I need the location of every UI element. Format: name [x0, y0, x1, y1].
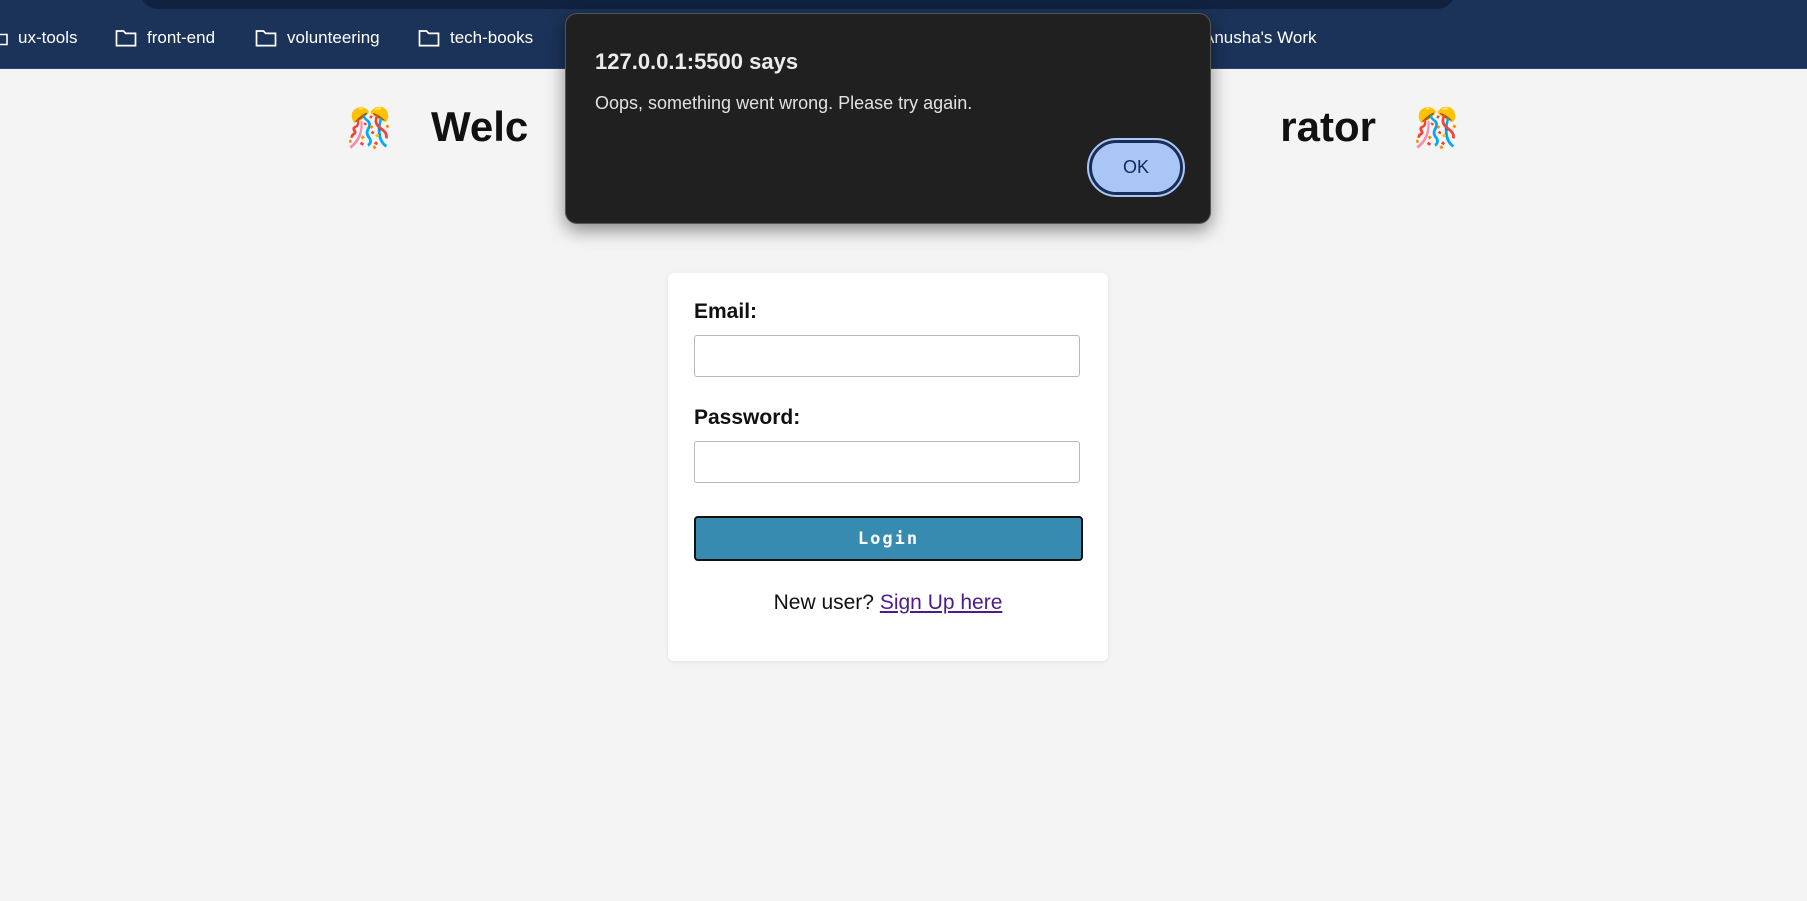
bookmark-label: tech-books — [450, 28, 534, 47]
signup-link[interactable]: Sign Up here — [880, 591, 1003, 614]
signup-prompt-row: New user? Sign Up here — [668, 591, 1108, 615]
alert-dialog: 127.0.0.1:5500 says Oops, something went… — [565, 13, 1211, 224]
bookmark-anushas-work[interactable]: Anusha's Work — [1203, 25, 1316, 51]
folder-icon — [418, 30, 440, 47]
party-popper-icon: 🎊 — [346, 108, 394, 150]
alert-origin: 127.0.0.1:5500 says — [595, 49, 799, 74]
bookmark-ux-tools[interactable]: ux-tools — [0, 25, 78, 51]
bookmark-label: volunteering — [287, 28, 380, 47]
alert-message: Oops, something went wrong. Please try a… — [595, 93, 973, 113]
folder-icon — [0, 33, 8, 46]
page-title-left: Welc — [431, 103, 529, 150]
password-label: Password: — [694, 406, 801, 429]
bookmark-label: ux-tools — [18, 28, 78, 47]
page-title-right: rator — [1280, 103, 1376, 150]
email-label: Email: — [694, 300, 758, 323]
ok-button[interactable]: OK — [1087, 138, 1185, 197]
address-bar[interactable] — [140, 0, 1455, 9]
folder-icon — [255, 30, 277, 47]
bookmark-tech-books[interactable]: tech-books — [418, 25, 533, 51]
party-popper-icon: 🎊 — [1413, 108, 1461, 150]
bookmark-front-end[interactable]: front-end — [115, 25, 215, 51]
password-field[interactable] — [694, 441, 1080, 483]
bookmark-volunteering[interactable]: volunteering — [255, 25, 380, 51]
signup-prompt: New user? — [773, 591, 874, 614]
folder-icon — [115, 30, 137, 47]
login-form: Email: Password: Login New user? Sign Up… — [668, 273, 1108, 661]
bookmark-label: front-end — [147, 28, 216, 47]
email-field[interactable] — [694, 335, 1080, 377]
bookmark-label: Anusha's Work — [1203, 28, 1317, 47]
login-button[interactable]: Login — [694, 516, 1083, 561]
